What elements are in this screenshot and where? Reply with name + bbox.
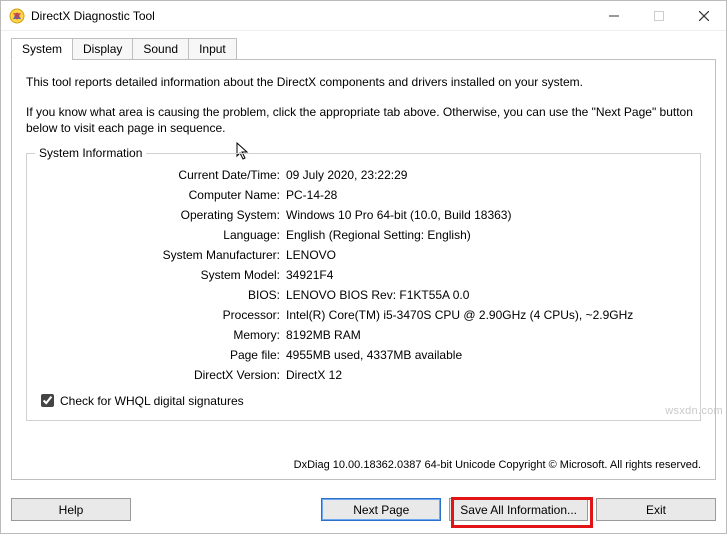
- tab-strip: System Display Sound Input: [11, 38, 716, 60]
- label-dx: DirectX Version:: [41, 366, 286, 384]
- value-bios: LENOVO BIOS Rev: F1KT55A 0.0: [286, 286, 686, 304]
- value-datetime: 09 July 2020, 23:22:29: [286, 166, 686, 184]
- tab-sound[interactable]: Sound: [132, 38, 189, 60]
- whql-label: Check for WHQL digital signatures: [60, 394, 244, 408]
- maximize-button[interactable]: [636, 1, 681, 30]
- button-row: Help Next Page Save All Information... E…: [1, 488, 726, 533]
- footer-version: DxDiag 10.00.18362.0387 64-bit Unicode C…: [26, 453, 701, 471]
- label-os: Operating System:: [41, 206, 286, 224]
- minimize-button[interactable]: [591, 1, 636, 30]
- window-buttons: [591, 1, 726, 30]
- group-title: System Information: [35, 146, 146, 160]
- save-all-information-button[interactable]: Save All Information...: [449, 498, 588, 521]
- value-lang: English (Regional Setting: English): [286, 226, 686, 244]
- tab-system[interactable]: System: [11, 38, 73, 60]
- titlebar: DirectX Diagnostic Tool: [1, 1, 726, 31]
- value-model: 34921F4: [286, 266, 686, 284]
- intro-text-2: If you know what area is causing the pro…: [26, 104, 701, 136]
- label-pagefile: Page file:: [41, 346, 286, 364]
- value-pagefile: 4955MB used, 4337MB available: [286, 346, 686, 364]
- value-processor: Intel(R) Core(TM) i5-3470S CPU @ 2.90GHz…: [286, 306, 686, 324]
- value-manufacturer: LENOVO: [286, 246, 686, 264]
- value-computer: PC-14-28: [286, 186, 686, 204]
- whql-checkbox[interactable]: [41, 394, 54, 407]
- label-memory: Memory:: [41, 326, 286, 344]
- value-memory: 8192MB RAM: [286, 326, 686, 344]
- exit-button[interactable]: Exit: [596, 498, 716, 521]
- intro-text-1: This tool reports detailed information a…: [26, 74, 701, 90]
- dxdiag-icon: [9, 8, 25, 24]
- label-manufacturer: System Manufacturer:: [41, 246, 286, 264]
- help-button[interactable]: Help: [11, 498, 131, 521]
- label-computer: Computer Name:: [41, 186, 286, 204]
- tab-input[interactable]: Input: [188, 38, 237, 60]
- tab-display[interactable]: Display: [72, 38, 133, 60]
- value-os: Windows 10 Pro 64-bit (10.0, Build 18363…: [286, 206, 686, 224]
- label-bios: BIOS:: [41, 286, 286, 304]
- system-information-group: System Information Current Date/Time:09 …: [26, 153, 701, 421]
- window-title: DirectX Diagnostic Tool: [31, 9, 591, 23]
- label-datetime: Current Date/Time:: [41, 166, 286, 184]
- value-dx: DirectX 12: [286, 366, 686, 384]
- close-button[interactable]: [681, 1, 726, 30]
- label-lang: Language:: [41, 226, 286, 244]
- label-model: System Model:: [41, 266, 286, 284]
- content-area: System Display Sound Input This tool rep…: [1, 31, 726, 488]
- tab-panel-system: This tool reports detailed information a…: [11, 59, 716, 480]
- next-page-button[interactable]: Next Page: [321, 498, 441, 521]
- label-processor: Processor:: [41, 306, 286, 324]
- whql-check-row: Check for WHQL digital signatures: [41, 394, 686, 408]
- dxdiag-window: DirectX Diagnostic Tool System Display S…: [0, 0, 727, 534]
